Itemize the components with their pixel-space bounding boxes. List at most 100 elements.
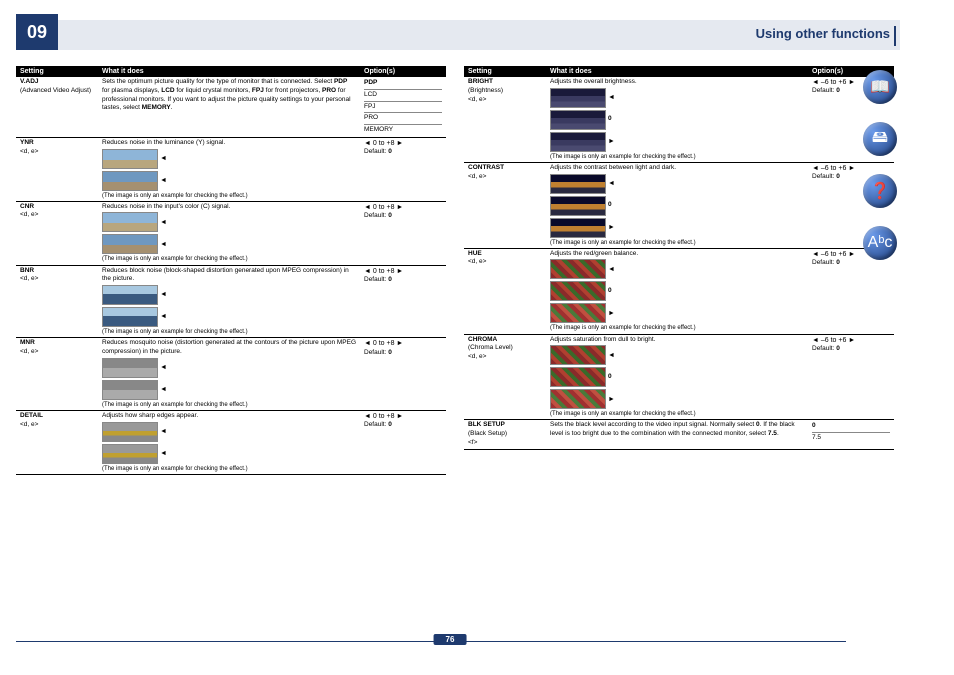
setting-cell: CONTRAST<d, e> — [464, 162, 546, 248]
option-value: PRO — [364, 113, 442, 125]
example-image — [550, 218, 606, 238]
setting-sub: <d, e> — [20, 148, 94, 157]
settings-table-right: Setting What it does Option(s) BRIGHT(Br… — [464, 66, 894, 450]
setting-name: BNR — [20, 267, 94, 276]
thumbnail-row: ◄ — [102, 284, 356, 306]
setting-name: CNR — [20, 203, 94, 212]
desc-cell: Adjusts the contrast between light and d… — [546, 162, 808, 248]
setting-cell: V.ADJ(Advanced Video Adjust) — [16, 77, 98, 137]
setting-sub: <f> — [468, 439, 542, 448]
desc-text: Reduces noise in the input's color (C) s… — [102, 203, 356, 212]
thumbnail-row: ◄ — [550, 258, 804, 280]
options-cell: ◄ 0 to +8 ►Default: 0 — [360, 410, 446, 474]
option-default: Default: 0 — [364, 349, 442, 358]
options-cell: ◄ 0 to +8 ►Default: 0 — [360, 338, 446, 411]
option-range: ◄ 0 to +8 ► — [364, 203, 442, 212]
thumbnail-row: ► — [550, 388, 804, 410]
example-image — [102, 444, 158, 464]
triangle-icon: ► — [608, 137, 615, 146]
setting-sub: <d, e> — [20, 348, 94, 357]
thumbnail-row: ◄ — [102, 211, 356, 233]
options-cell: ◄ 0 to +8 ►Default: 0 — [360, 137, 446, 201]
desc-text: Adjusts the contrast between light and d… — [550, 164, 804, 173]
setting-sub: (Chroma Level) — [468, 344, 542, 353]
image-note: (The image is only an example for checki… — [102, 192, 356, 200]
triangle-icon: ◄ — [608, 179, 615, 188]
thumbnail-row: ◄ — [102, 379, 356, 401]
option-range: ◄ 0 to +8 ► — [364, 339, 442, 348]
example-image — [102, 307, 158, 327]
desc-cell: Reduces noise in the luminance (Y) signa… — [98, 137, 360, 201]
desc-text: Adjusts saturation from dull to bright. — [550, 336, 804, 345]
example-image — [550, 303, 606, 323]
desc-text: Sets the optimum picture quality for the… — [102, 78, 356, 113]
setting-sub: <d, e> — [20, 211, 94, 220]
setting-sub: <d, e> — [468, 173, 542, 182]
thumbnail-row: 0 — [550, 195, 804, 217]
example-image — [102, 358, 158, 378]
book-icon[interactable]: 📖 — [863, 70, 897, 104]
image-note: (The image is only an example for checki… — [550, 239, 804, 247]
options-cell: 07.5 — [808, 420, 894, 449]
example-image — [550, 88, 606, 108]
example-image — [550, 345, 606, 365]
thumbnail-row: ► — [550, 302, 804, 324]
desc-cell: Reduces mosquito noise (distortion gener… — [98, 338, 360, 411]
thumbnail-row: ◄ — [102, 233, 356, 255]
chapter-number: 09 — [16, 14, 58, 50]
left-column: Setting What it does Option(s) V.ADJ(Adv… — [16, 66, 446, 475]
setting-sub: (Black Setup) — [468, 430, 542, 439]
setting-name: V.ADJ — [20, 78, 94, 87]
option-range: ◄ 0 to +8 ► — [364, 267, 442, 276]
options-cell: ◄ –6 to +6 ►Default: 0 — [808, 248, 894, 334]
option-default: Default: 0 — [812, 345, 890, 354]
image-note: (The image is only an example for checki… — [102, 328, 356, 336]
triangle-icon: ◄ — [608, 93, 615, 102]
example-image — [102, 212, 158, 232]
thumbnail-row: ◄ — [102, 421, 356, 443]
desc-text: Adjusts how sharp edges appear. — [102, 412, 356, 421]
option-value: 0 — [812, 421, 890, 433]
setting-sub: <d, e> — [468, 353, 542, 362]
thumbnail-row: ◄ — [102, 306, 356, 328]
desc-cell: Adjusts saturation from dull to bright. ◄… — [546, 334, 808, 420]
setting-name: CHROMA — [468, 336, 542, 345]
setting-cell: CNR<d, e> — [16, 201, 98, 265]
page-title: Using other functions — [756, 26, 890, 41]
example-image — [102, 171, 158, 191]
example-image — [102, 380, 158, 400]
th-what: What it does — [98, 66, 360, 77]
th-what: What it does — [546, 66, 808, 77]
setting-cell: BNR<d, e> — [16, 265, 98, 338]
options-cell: ◄ 0 to +8 ►Default: 0 — [360, 265, 446, 338]
abc-icon[interactable]: Aᵇc — [863, 226, 897, 260]
desc-text: Reduces noise in the luminance (Y) signa… — [102, 139, 356, 148]
right-column: Setting What it does Option(s) BRIGHT(Br… — [464, 66, 894, 475]
example-image — [102, 234, 158, 254]
option-value: PDP — [364, 78, 442, 90]
setting-name: MNR — [20, 339, 94, 348]
thumbnail-row: 0 — [550, 109, 804, 131]
thumbnail-row: 0 — [550, 280, 804, 302]
th-setting: Setting — [16, 66, 98, 77]
help-icon[interactable]: ❓ — [863, 174, 897, 208]
example-image — [550, 367, 606, 387]
desc-cell: Reduces noise in the input's color (C) s… — [98, 201, 360, 265]
setting-cell: YNR<d, e> — [16, 137, 98, 201]
desc-text: Sets the black level according to the vi… — [550, 421, 804, 439]
example-image — [102, 285, 158, 305]
image-note: (The image is only an example for checki… — [102, 465, 356, 473]
setting-cell: CHROMA(Chroma Level)<d, e> — [464, 334, 546, 420]
triangle-icon: ◄ — [608, 351, 615, 360]
image-note: (The image is only an example for checki… — [102, 401, 356, 409]
triangle-icon: ◄ — [160, 427, 167, 436]
content-columns: Setting What it does Option(s) V.ADJ(Adv… — [16, 66, 894, 475]
drive-icon[interactable]: 🖴 — [863, 122, 897, 156]
setting-name: DETAIL — [20, 412, 94, 421]
setting-cell: HUE<d, e> — [464, 248, 546, 334]
thumbnail-row: ► — [550, 131, 804, 153]
options-cell: ◄ –6 to +6 ►Default: 0 — [808, 334, 894, 420]
thumbnail-row: ◄ — [102, 148, 356, 170]
example-image — [550, 389, 606, 409]
thumbnail-row: ◄ — [550, 173, 804, 195]
